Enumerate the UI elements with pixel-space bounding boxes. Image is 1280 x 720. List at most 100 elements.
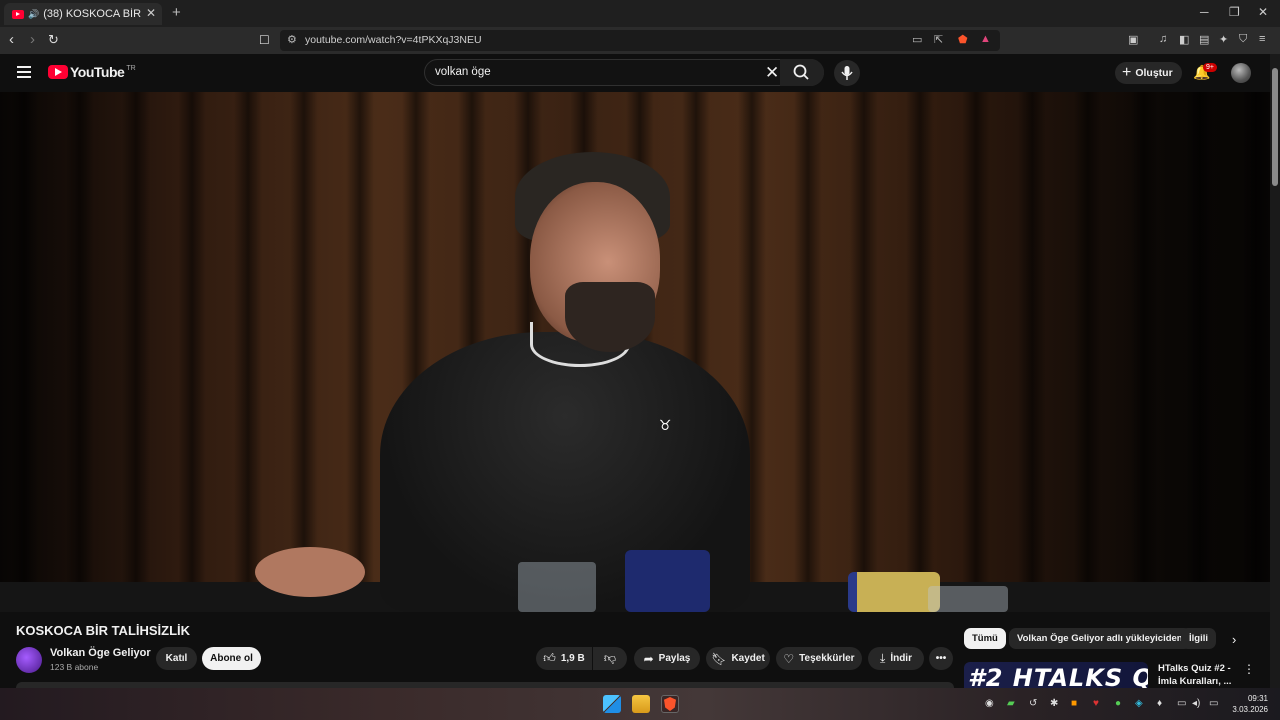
tray-security-icon[interactable]: ■ <box>1071 698 1077 709</box>
glass-cup-right <box>928 586 1008 612</box>
minimize-button[interactable]: ─ <box>1200 5 1209 19</box>
blue-mug <box>625 550 710 612</box>
download-icon: ⤓ <box>880 651 886 665</box>
tab-close-icon[interactable]: ✕ <box>146 6 156 20</box>
back-icon[interactable]: ‹ <box>9 31 14 48</box>
share-arrow-icon: ➦ <box>643 651 654 666</box>
like-button[interactable]: 👍︎ 1,9 B <box>536 647 592 670</box>
save-label: Kaydet <box>731 653 765 664</box>
clock-time[interactable]: 09:31 <box>1246 694 1268 703</box>
hamburger-menu-icon[interactable] <box>17 66 31 78</box>
chip-from-uploader[interactable]: Volkan Öge Geliyor adlı yükleyiciden <box>1009 628 1191 649</box>
search-icon <box>793 64 809 80</box>
share-label: Paylaş <box>658 653 691 664</box>
thanks-label: Teşekkürler <box>799 653 855 664</box>
notification-badge: 9+ <box>1203 63 1217 72</box>
presenter-hand <box>255 547 365 597</box>
file-explorer-icon[interactable] <box>632 695 650 713</box>
wallet-icon[interactable]: ▤ <box>1199 33 1209 46</box>
bookmark-icon[interactable]: ☐ <box>259 33 270 47</box>
suggestion-title[interactable]: HTalks Quiz #2 - İmla Kuralları, ... <box>1158 662 1238 688</box>
reload-icon[interactable]: ↻ <box>48 32 59 48</box>
download-button[interactable]: ⤓ İndir <box>868 647 924 670</box>
dislike-button[interactable]: 👎︎ <box>593 647 627 670</box>
brave-rewards-icon[interactable]: ▲ <box>980 33 991 45</box>
forward-icon[interactable]: › <box>30 31 35 48</box>
thanks-button[interactable]: ♡ Teşekkürler <box>776 647 862 670</box>
heart-dollar-icon: ♡ <box>783 651 795 666</box>
search-input[interactable]: volkan öge <box>435 66 491 78</box>
chevron-right-icon[interactable]: › <box>1232 632 1236 647</box>
search-box[interactable]: volkan öge ✕ <box>424 59 824 86</box>
join-button[interactable]: Katıl <box>156 647 197 670</box>
split-view-icon[interactable]: ◧ <box>1179 33 1189 46</box>
tray-gear-icon[interactable]: ✱ <box>1050 698 1058 709</box>
create-button[interactable]: + Oluştur <box>1115 62 1182 84</box>
clock-date[interactable]: 3.03.2026 <box>1230 705 1268 714</box>
tray-antivirus-icon[interactable]: ♥ <box>1093 698 1099 709</box>
tray-battery-icon[interactable]: ▭ <box>1209 698 1218 709</box>
chip-related[interactable]: İlgili <box>1181 628 1216 649</box>
new-tab-button[interactable]: + <box>172 4 181 21</box>
video-details: KOSKOCA BİR TALİHSİZLİK Volkan Öge Geliy… <box>0 612 1270 688</box>
browser-tab[interactable]: 🔊 (38) KOSKOCA BİR TALİHSİZLİK ✕ <box>4 3 162 25</box>
video-player[interactable]: ♉ <box>0 92 1270 612</box>
brave-shields-icon[interactable]: ⬟ <box>958 33 968 46</box>
tray-nvidia-icon[interactable]: ▰ <box>1007 698 1015 709</box>
bull-logo-icon: ♉ <box>658 417 672 433</box>
kebab-menu-icon[interactable]: ⋮ <box>1243 662 1255 676</box>
youtube-logo[interactable]: YouTube TR <box>48 64 136 80</box>
youtube-play-icon <box>48 65 68 79</box>
thumbs-up-icon: 👍︎ <box>543 651 556 665</box>
save-button[interactable]: 🔖︎ Kaydet <box>706 647 770 670</box>
tray-app-icon[interactable]: ◉ <box>985 698 994 709</box>
search-button[interactable] <box>780 59 824 86</box>
subscriber-count: 123 B abone <box>50 662 99 672</box>
cast-icon[interactable]: ▭ <box>912 33 922 46</box>
scrollbar-thumb[interactable] <box>1272 68 1278 186</box>
suggestion-thumbnail[interactable]: #2 HTALKS QUIZ <box>964 662 1148 688</box>
channel-name[interactable]: Volkan Öge Geliyor <box>50 647 151 659</box>
leo-ai-icon[interactable]: ✦ <box>1219 33 1228 46</box>
share-page-icon[interactable]: ⇱ <box>934 33 943 46</box>
chip-all[interactable]: Tümü <box>964 628 1006 649</box>
menu-icon[interactable]: ≡ <box>1259 33 1265 45</box>
tray-sync-icon[interactable]: ↺ <box>1029 698 1037 709</box>
clear-search-icon[interactable]: ✕ <box>765 63 779 83</box>
address-bar[interactable]: ⚙ youtube.com/watch?v=4tPKXqJ3NEU ▭ ⇱ ⬟ … <box>280 30 1000 51</box>
site-info-icon[interactable]: ⚙ <box>287 33 297 46</box>
youtube-favicon-icon <box>12 9 24 19</box>
yellow-blue-mug <box>848 572 940 612</box>
share-button[interactable]: ➦ Paylaş <box>634 647 700 670</box>
windows-start-icon[interactable] <box>603 695 621 713</box>
audio-playing-icon[interactable]: 🔊 <box>28 9 39 20</box>
tray-volume-icon[interactable]: ◂) <box>1192 698 1200 709</box>
vpn-shield-icon[interactable]: ⛉ <box>1239 33 1247 46</box>
account-avatar[interactable] <box>1231 63 1251 83</box>
video-title: KOSKOCA BİR TALİHSİZLİK <box>16 623 191 638</box>
tray-green-app-icon[interactable]: ● <box>1115 698 1121 709</box>
download-label: İndir <box>890 653 912 664</box>
create-label: Oluştur <box>1135 67 1173 79</box>
thumbnail-text: #2 HTALKS QUIZ <box>968 664 1148 688</box>
media-icon[interactable]: ♫ <box>1159 33 1167 45</box>
close-window-button[interactable]: ✕ <box>1258 5 1268 19</box>
bookmark-save-icon: 🔖︎ <box>711 651 727 666</box>
more-actions-button[interactable]: ••• <box>929 647 953 670</box>
maximize-button[interactable]: ❐ <box>1229 5 1240 19</box>
sidebar-panel-icon[interactable]: ▣ <box>1128 33 1138 46</box>
youtube-wordmark: YouTube <box>70 64 125 80</box>
url-text[interactable]: youtube.com/watch?v=4tPKXqJ3NEU <box>305 34 482 46</box>
tray-network-app-icon[interactable]: ◈ <box>1135 698 1143 709</box>
microphone-icon <box>841 66 853 80</box>
voice-search-button[interactable] <box>834 60 860 86</box>
glass-cup <box>518 562 596 612</box>
subscribe-button[interactable]: Abone ol <box>202 647 261 670</box>
tray-microphone-icon[interactable]: ♦ <box>1157 698 1162 709</box>
country-code: TR <box>126 64 136 72</box>
tray-display-icon[interactable]: ▭ <box>1177 698 1186 709</box>
browser-tab-bar: 🔊 (38) KOSKOCA BİR TALİHSİZLİK ✕ + ─ ❐ ✕ <box>0 0 1280 27</box>
channel-avatar[interactable] <box>16 647 42 673</box>
presenter-beard <box>565 282 655 352</box>
like-count: 1,9 B <box>560 653 585 664</box>
